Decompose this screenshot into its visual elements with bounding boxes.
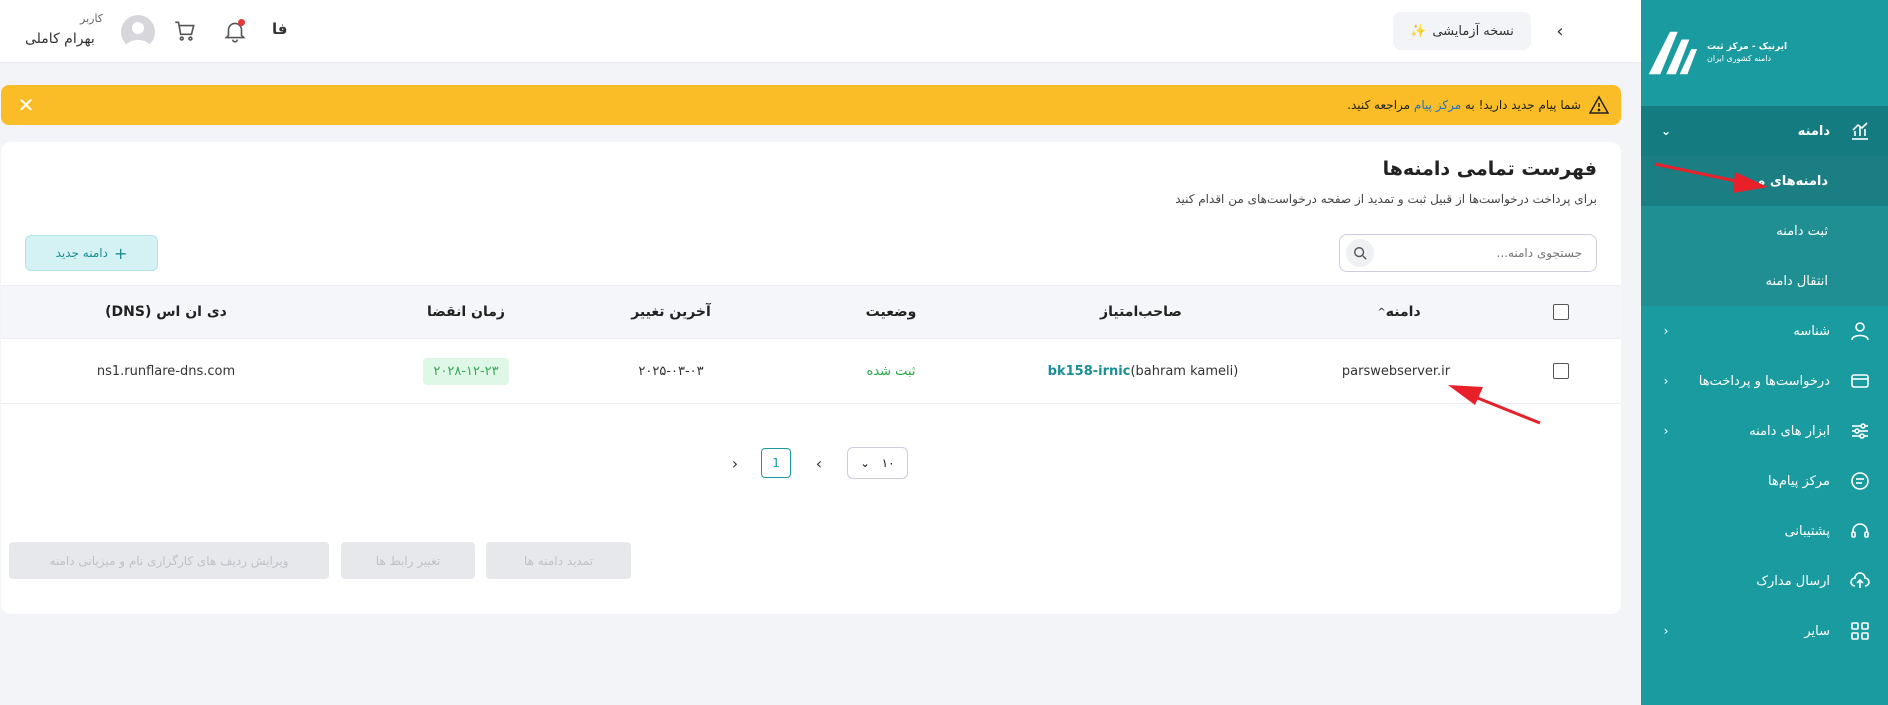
page-subtitle: برای پرداخت درخواست‌ها از قبیل ثبت و تمد… <box>1175 192 1597 206</box>
sidebar-item-label: سایر <box>1804 623 1830 639</box>
upload-icon <box>1848 569 1872 593</box>
sidebar: ایرنیک - مرکز ثبت دامنه کشوری ایران دامن… <box>1641 0 1888 705</box>
card-icon <box>1848 369 1872 393</box>
column-status: وضعیت <box>865 304 917 320</box>
brand-line1: ایرنیک - مرکز ثبت <box>1707 42 1788 52</box>
search-icon[interactable] <box>1346 239 1374 267</box>
close-icon[interactable]: ✕ <box>15 93 37 117</box>
table-row: parswebserver.ir (bahram kameli) bk158-i… <box>1 339 1621 404</box>
sidebar-item-label: شناسه <box>1793 323 1830 339</box>
message-center-link[interactable]: مرکز پیام <box>1414 98 1461 112</box>
sidebar-item-label: ارسال مدارک <box>1756 573 1830 589</box>
select-all-cell <box>1551 286 1571 338</box>
row-dns: ns1.runflare-dns.com <box>96 363 236 379</box>
language-switch[interactable]: فا <box>272 20 287 38</box>
user-name[interactable]: بهرام کاملی <box>25 31 95 47</box>
sidebar-item-domain-tools[interactable]: ابزار های دامنه ‹ <box>1641 406 1888 456</box>
column-last-change: آخرین تغییر <box>631 304 711 320</box>
column-dns: دی ان اس (DNS) <box>105 304 227 320</box>
renew-domains-button[interactable]: تمدید دامنه ها <box>486 542 631 579</box>
sidebar-subitem-transfer-domain[interactable]: انتقال دامنه <box>1641 256 1888 306</box>
row-select-cell <box>1551 339 1571 403</box>
irnic-logo-icon <box>1648 31 1698 75</box>
new-domain-label: دامنه جدید <box>55 246 108 260</box>
page-title: فهرست تمامی دامنه‌ها <box>1382 158 1597 180</box>
row-owner: (bahram kameli) bk158-irnic <box>1011 339 1271 403</box>
row-expiry: ۲۰۲۸-۱۲-۲۳ <box>401 339 531 403</box>
sidebar-item-label: درخواست‌ها و پرداخت‌ها <box>1698 373 1830 389</box>
owner-name: (bahram kameli) <box>1130 363 1239 379</box>
column-domain[interactable]: دامنه ^ <box>1316 286 1476 338</box>
column-expiry: زمان انقضا <box>427 304 505 320</box>
page-size-select[interactable]: ۱۰ ⌄ <box>847 447 908 479</box>
sidebar-item-domain[interactable]: دامنه ⌄ <box>1641 106 1888 156</box>
cart-icon <box>175 21 195 41</box>
warning-icon <box>1589 95 1609 114</box>
message-banner: شما پیام جدید دارید! به مرکز پیام مراجعه… <box>1 85 1621 125</box>
sparkle-icon: ✨ <box>1410 23 1427 39</box>
chevron-down-icon: ⌄ <box>1660 124 1672 138</box>
chart-icon <box>1848 119 1872 143</box>
sidebar-item-other[interactable]: سایر ‹ <box>1641 606 1888 656</box>
trial-badge[interactable]: نسخه آزمایشی ✨ <box>1393 12 1531 50</box>
sidebar-item-message-center[interactable]: مرکز پیام‌ها <box>1641 456 1888 506</box>
sidebar-item-support[interactable]: پشتیبانی <box>1641 506 1888 556</box>
row-domain[interactable]: parswebserver.ir <box>1316 339 1476 403</box>
topbar: › نسخه آزمایشی ✨ فا کاربر بهرام کاملی <box>0 0 1641 63</box>
grid-icon <box>1848 619 1872 643</box>
plus-icon: + <box>113 243 128 263</box>
search-box <box>1339 234 1597 272</box>
chevron-left-icon: ‹ <box>1663 324 1669 338</box>
notification-bell[interactable] <box>222 18 248 44</box>
sidebar-item-label: دامنه <box>1797 123 1830 139</box>
sidebar-subitem-register-domain[interactable]: ثبت دامنه <box>1641 206 1888 256</box>
edit-dns-records-button[interactable]: ویرایش ردیف های کارگزاری نام و میزبانی د… <box>9 542 329 579</box>
chevron-left-icon: ‹ <box>1663 424 1669 438</box>
brand-text: ایرنیک - مرکز ثبت دامنه کشوری ایران <box>1707 42 1787 64</box>
change-contacts-button[interactable]: تغییر رابط ها <box>341 542 475 579</box>
domains-card: فهرست تمامی دامنه‌ها برای پرداخت درخواست… <box>1 142 1621 614</box>
row-checkbox[interactable] <box>1553 363 1569 379</box>
search-input[interactable] <box>1374 246 1582 260</box>
chevron-down-icon: ⌄ <box>860 456 870 470</box>
next-page-button[interactable]: › <box>808 447 830 479</box>
chevron-left-icon: ‹ <box>1663 624 1669 638</box>
row-last-change: ۲۰۲۵-۰۳-۰۳ <box>638 363 704 379</box>
headset-icon <box>1848 519 1872 543</box>
sidebar-item-send-documents[interactable]: ارسال مدارک <box>1641 556 1888 606</box>
brand[interactable]: ایرنیک - مرکز ثبت دامنه کشوری ایران <box>1641 0 1888 106</box>
owner-id-link[interactable]: bk158-irnic <box>1048 364 1131 379</box>
page-number-current[interactable]: 1 <box>761 448 791 478</box>
sliders-icon <box>1848 419 1872 443</box>
expiry-badge: ۲۰۲۸-۱۲-۲۳ <box>423 357 509 385</box>
notification-dot <box>238 19 245 26</box>
cart-button[interactable] <box>172 18 198 44</box>
select-all-checkbox[interactable] <box>1553 304 1569 320</box>
table-header: دامنه ^ صاحب‌امتیاز وضعیت آخرین تغییر زم… <box>1 285 1621 339</box>
chevron-right-icon[interactable]: › <box>1547 18 1573 44</box>
sidebar-item-identity[interactable]: شناسه ‹ <box>1641 306 1888 356</box>
column-owner: صاحب‌امتیاز <box>1100 304 1182 320</box>
status-badge: ثبت شده <box>866 363 916 379</box>
sidebar-item-label: ابزار های دامنه <box>1749 423 1830 439</box>
sidebar-subitem-my-domains[interactable]: دامنه‌های من <box>1641 156 1888 206</box>
sidebar-item-label: مرکز پیام‌ها <box>1768 473 1830 489</box>
sidebar-item-label: پشتیبانی <box>1784 523 1830 539</box>
banner-message: شما پیام جدید دارید! به مرکز پیام مراجعه… <box>1347 98 1581 112</box>
prev-page-button[interactable]: ‹ <box>724 447 746 479</box>
new-domain-button[interactable]: + دامنه جدید <box>25 235 158 271</box>
message-icon <box>1848 469 1872 493</box>
brand-line2: دامنه کشوری ایران <box>1707 54 1772 63</box>
avatar[interactable] <box>121 15 155 49</box>
user-icon <box>1848 319 1872 343</box>
user-role: کاربر <box>80 12 104 25</box>
sidebar-item-requests[interactable]: درخواست‌ها و پرداخت‌ها ‹ <box>1641 356 1888 406</box>
chevron-left-icon: ‹ <box>1663 374 1669 388</box>
sort-up-icon: ^ <box>1377 306 1386 318</box>
trial-label: نسخه آزمایشی <box>1432 23 1514 39</box>
